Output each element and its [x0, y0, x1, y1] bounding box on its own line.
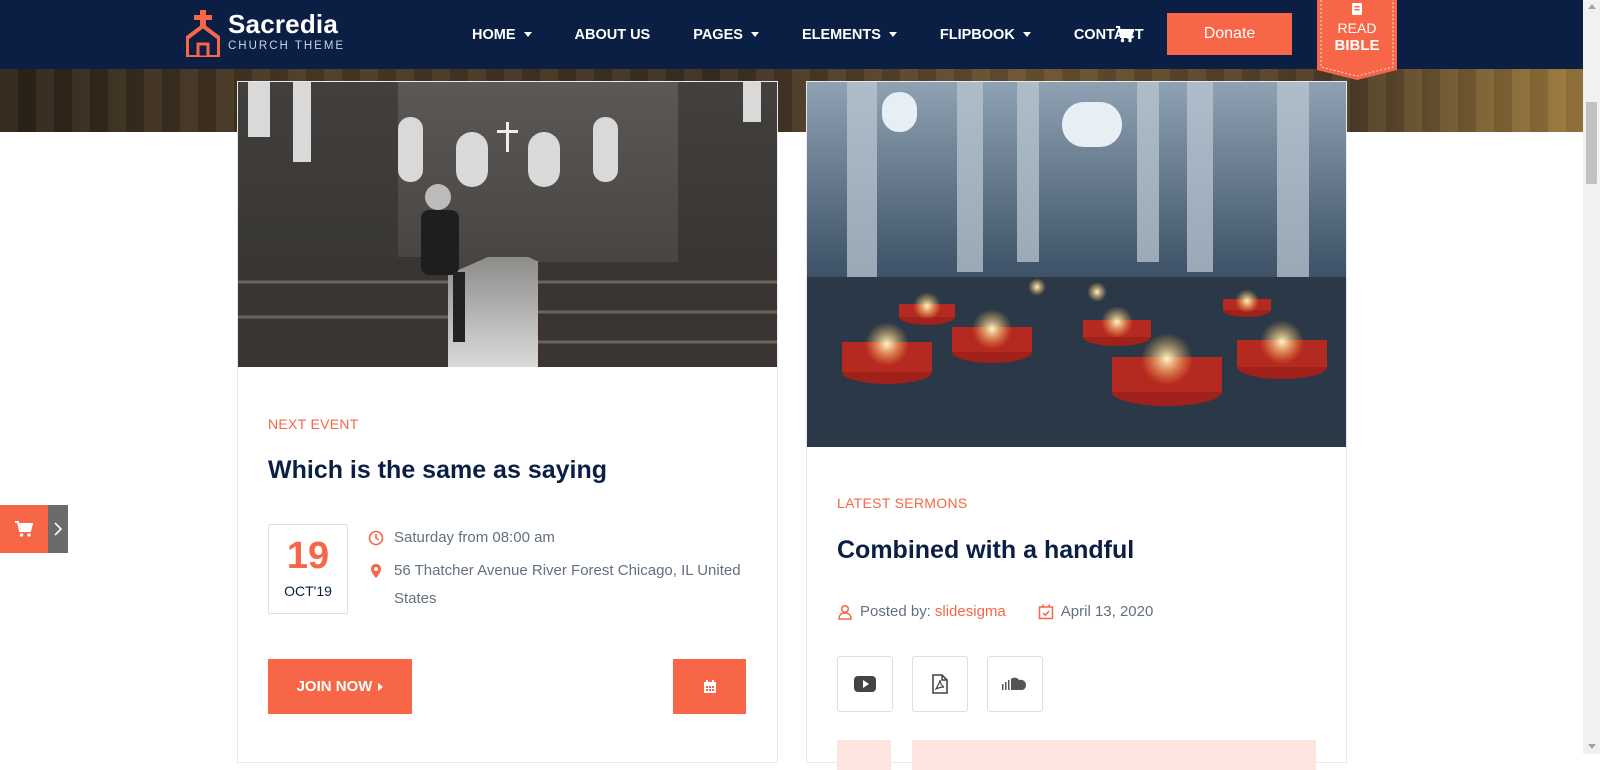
sermon-author-link[interactable]: slidesigma [935, 603, 1006, 620]
sermon-section-label: LATEST SERMONS [837, 495, 968, 511]
sermon-date: April 13, 2020 [1060, 603, 1154, 620]
ribbon-line-bible: BIBLE [1334, 37, 1380, 54]
chevron-right-icon [54, 522, 62, 536]
caret-right-icon [378, 682, 384, 691]
youtube-button[interactable] [837, 656, 893, 712]
side-panel-toggle[interactable] [48, 505, 68, 553]
event-date-box: 19 OCT'19 [268, 524, 348, 614]
nav-flipbook-label: FLIPBOOK [939, 26, 1015, 43]
next-event-card: NEXT EVENT Which is the same as saying 1… [237, 81, 778, 763]
event-address-row: 56 Thatcher Avenue River Forest Chicago,… [368, 557, 748, 613]
soundcloud-button[interactable] [987, 656, 1043, 712]
add-to-calendar-button[interactable] [673, 659, 746, 714]
brand-name: Sacredia [228, 9, 339, 39]
audio-player-toggle[interactable] [837, 740, 891, 770]
sermon-meta: Posted by: slidesigma April 13, 2020 [837, 603, 1153, 620]
scroll-up-arrow-icon[interactable] [1588, 4, 1596, 9]
posted-by-label: Posted by: [860, 603, 931, 620]
youtube-icon [854, 676, 876, 692]
pdf-file-icon [932, 674, 948, 694]
candles-image [807, 82, 1346, 447]
site-logo[interactable]: Sacredia CHURCH THEME [186, 10, 345, 57]
nav-about-us[interactable]: ABOUT US [575, 27, 651, 43]
nav-about-us-label: ABOUT US [574, 26, 651, 43]
event-date-day: 19 [286, 535, 330, 577]
church-logo-icon [186, 10, 220, 57]
shopping-cart-icon [15, 521, 34, 537]
pdf-download-button[interactable] [912, 656, 968, 712]
nav-pages-label: PAGES [693, 26, 743, 43]
latest-sermon-card: LATEST SERMONS Combined with a handful P… [806, 81, 1347, 770]
calendar-check-icon [1038, 604, 1054, 619]
read-bible-label[interactable]: READ BIBLE [1317, 20, 1397, 55]
event-date-month: OCT'19 [284, 583, 332, 599]
join-now-button[interactable]: JOIN NOW [268, 659, 412, 714]
nav-flipbook[interactable]: FLIPBOOK [940, 27, 1031, 43]
sermon-title[interactable]: Combined with a handful [837, 536, 1134, 565]
caret-down-icon [1022, 32, 1031, 37]
floating-cart-button[interactable] [0, 505, 48, 553]
ribbon-line-read: READ [1337, 20, 1377, 36]
brand-tagline: CHURCH THEME [228, 40, 346, 52]
nav-home[interactable]: HOME [472, 27, 532, 43]
nav-elements[interactable]: ELEMENTS [802, 27, 897, 43]
church-interior-image [238, 82, 777, 367]
join-now-label: JOIN NOW [296, 678, 373, 695]
calendar-icon [703, 679, 716, 693]
donate-button[interactable]: Donate [1167, 13, 1292, 55]
clock-icon [368, 530, 384, 546]
shopping-cart-icon[interactable] [1115, 24, 1135, 44]
main-menu: HOME ABOUT US PAGES ELEMENTS FLIPBOOK CO… [472, 0, 1187, 69]
nav-pages[interactable]: PAGES [693, 27, 759, 43]
event-address: 56 Thatcher Avenue River Forest Chicago,… [394, 562, 741, 607]
event-time-row: Saturday from 08:00 am [368, 524, 555, 552]
caret-down-icon [523, 32, 532, 37]
event-title[interactable]: Which is the same as saying [268, 456, 607, 485]
nav-home-label: HOME [472, 26, 516, 43]
audio-player-bar[interactable] [912, 740, 1316, 770]
book-icon [1352, 3, 1362, 15]
soundcloud-icon [1002, 677, 1026, 690]
caret-down-icon [750, 32, 759, 37]
user-icon [838, 604, 852, 620]
event-time: Saturday from 08:00 am [394, 529, 555, 546]
scroll-down-arrow-icon[interactable] [1588, 744, 1596, 749]
nav-elements-label: ELEMENTS [801, 26, 881, 43]
map-marker-icon [371, 564, 381, 578]
scrollbar-thumb[interactable] [1586, 102, 1597, 184]
event-section-label: NEXT EVENT [268, 416, 359, 432]
caret-down-icon [888, 32, 897, 37]
